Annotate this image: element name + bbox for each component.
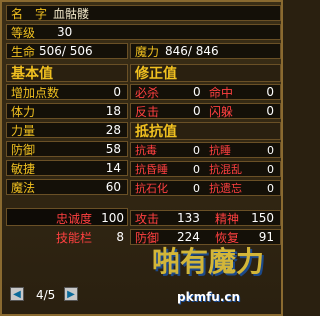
basic-stat-row: 敏捷 14 — [6, 160, 128, 176]
counter-label: 反击 — [135, 104, 160, 119]
resist-forget-value: 0 — [267, 181, 274, 195]
basic-stat-value: 18 — [105, 104, 121, 118]
basic-stat-value: 60 — [105, 180, 121, 194]
crit-value: 0 — [193, 85, 201, 99]
resist-forget-label: 抗遗忘 — [209, 182, 242, 195]
skill-label: 技能栏 — [56, 230, 93, 245]
dodge-label: 闪躲 — [209, 104, 234, 119]
basic-stat-label: 防御 — [11, 142, 36, 157]
resist-coma-label: 抗昏睡 — [135, 163, 168, 176]
resist-coma-value: 0 — [193, 162, 200, 176]
basic-stat-label: 魔法 — [11, 180, 36, 195]
level-label: 等级 — [11, 25, 36, 40]
loyalty-value: 100 — [101, 211, 124, 225]
dodge-value: 0 — [266, 104, 274, 118]
resist-stone-value: 0 — [193, 181, 200, 195]
basic-stat-label: 增加点数 — [11, 85, 60, 100]
correction-row: 反击 0 闪躲 0 — [130, 103, 281, 119]
basic-stat-row: 魔法 60 — [6, 179, 128, 195]
basic-stat-row: 力量 28 — [6, 122, 128, 138]
name-row: 名 字 血骷髅 — [6, 5, 281, 21]
resist-confuse-label: 抗混乱 — [209, 163, 242, 176]
loyalty-row: 忠诚度 100 — [52, 210, 128, 226]
hit-value: 0 — [266, 85, 274, 99]
spirit-value: 150 — [251, 211, 274, 225]
basic-stat-label: 体力 — [11, 104, 36, 119]
basic-stat-value: 58 — [105, 142, 121, 156]
skill-value: 8 — [116, 230, 124, 244]
basic-stat-value: 0 — [113, 85, 121, 99]
skill-row: 技能栏 8 — [52, 229, 128, 245]
basic-stat-row: 增加点数 0 — [6, 84, 128, 100]
next-page-button[interactable]: ▶ — [64, 287, 78, 301]
pet-name: 血骷髅 — [53, 6, 90, 21]
counter-value: 0 — [193, 104, 201, 118]
attack-row: 攻击 133 精神 150 — [130, 210, 281, 226]
attack-label: 攻击 — [135, 211, 160, 226]
loyalty-label: 忠诚度 — [56, 211, 93, 226]
basic-header: 基本值 — [6, 64, 128, 82]
status-panel: 名 字 血骷髅 等级 30 生命 506/ 506 魔力 846/ 846 基本… — [0, 0, 283, 316]
correction-header: 修正值 — [130, 64, 281, 82]
resist-stone-label: 抗石化 — [135, 182, 168, 195]
correction-row: 必杀 0 命中 0 — [130, 84, 281, 100]
mp-value: 846/ 846 — [165, 44, 219, 58]
hp-row: 生命 506/ 506 — [6, 43, 128, 59]
hit-label: 命中 — [209, 85, 234, 100]
basic-stat-row: 体力 18 — [6, 103, 128, 119]
resist-row: 抗石化 0 抗遗忘 0 — [130, 180, 281, 196]
watermark-url: pkmfu.cn — [177, 290, 241, 304]
name-label: 名 字 — [11, 6, 48, 21]
resist-header: 抵抗值 — [130, 122, 281, 140]
level-value: 30 — [57, 25, 73, 39]
mp-label: 魔力 — [135, 44, 160, 59]
resist-sleep-label: 抗睡 — [209, 144, 231, 157]
spirit-label: 精神 — [215, 211, 240, 226]
basic-stat-row: 防御 58 — [6, 141, 128, 157]
resist-poison-label: 抗毒 — [135, 144, 157, 157]
basic-stat-label: 敏捷 — [11, 161, 36, 176]
resist-poison-value: 0 — [193, 143, 200, 157]
hp-value: 506/ 506 — [39, 44, 93, 58]
resist-row: 抗昏睡 0 抗混乱 0 — [130, 161, 281, 177]
resist-sleep-value: 0 — [267, 143, 274, 157]
mp-row: 魔力 846/ 846 — [130, 43, 281, 59]
level-row: 等级 30 — [6, 24, 281, 40]
attack-value: 133 — [177, 211, 200, 225]
page-indicator: 4/5 — [36, 288, 56, 302]
basic-stat-value: 14 — [105, 161, 121, 175]
resist-row: 抗毒 0 抗睡 0 — [130, 142, 281, 158]
resist-confuse-value: 0 — [267, 162, 274, 176]
hp-label: 生命 — [11, 44, 36, 59]
crit-label: 必杀 — [135, 85, 160, 100]
prev-page-button[interactable]: ◀ — [10, 287, 24, 301]
basic-stat-value: 28 — [105, 123, 121, 137]
basic-stat-label: 力量 — [11, 123, 36, 138]
